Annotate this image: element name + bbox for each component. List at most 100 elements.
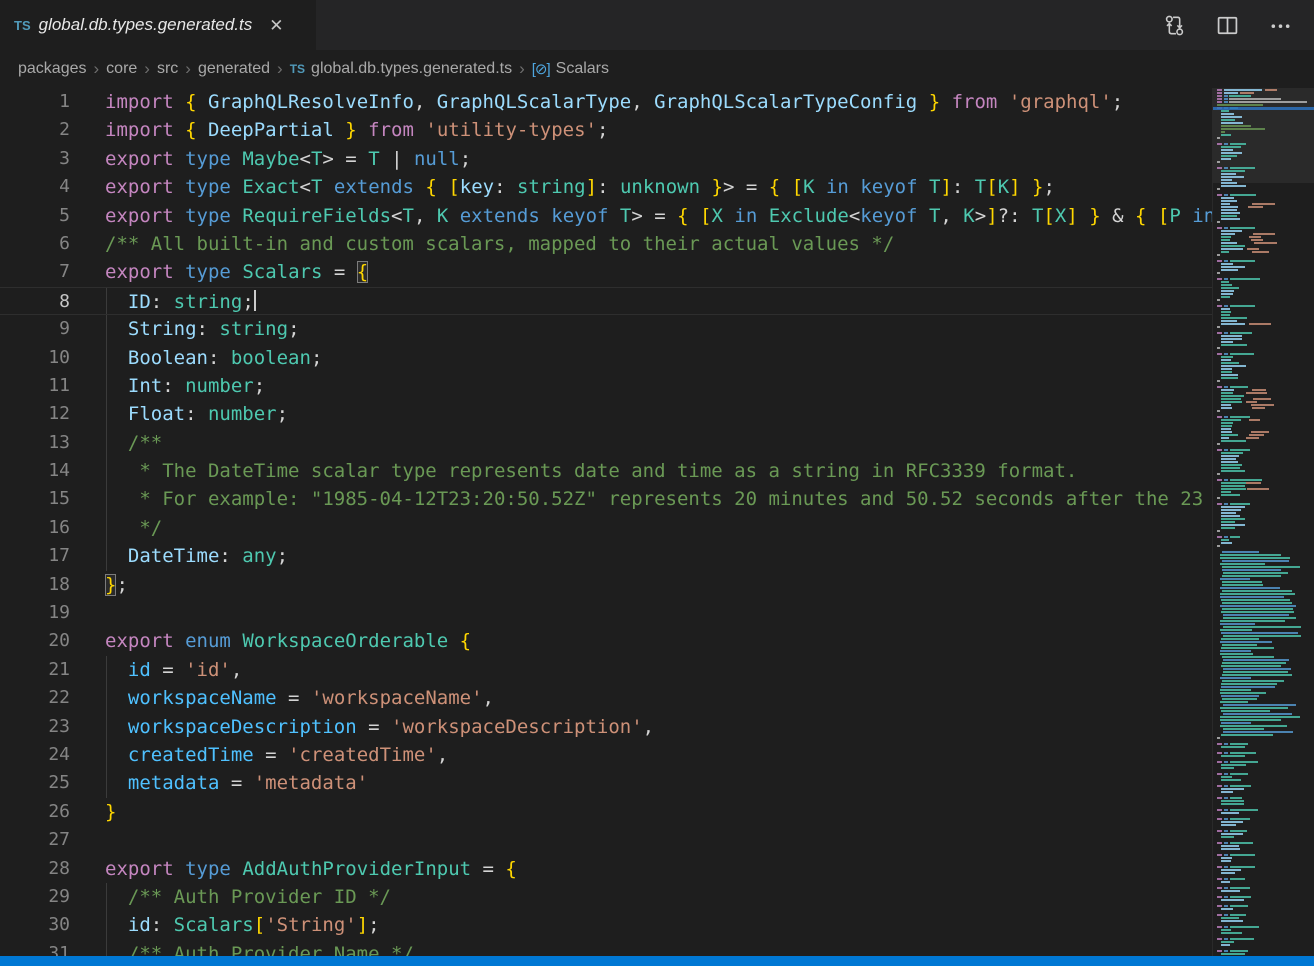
code-token: keyof bbox=[860, 176, 917, 198]
breadcrumb-symbol-scalars[interactable]: Scalars bbox=[556, 60, 609, 78]
minimap-line bbox=[1215, 782, 1314, 784]
code-line[interactable]: 20export enum WorkspaceOrderable { bbox=[0, 627, 1314, 655]
code-token: ; bbox=[368, 914, 379, 936]
minimap-line bbox=[1215, 890, 1314, 892]
minimap-line bbox=[1215, 503, 1314, 505]
code-area[interactable]: 1import { GraphQLResolveInfo, GraphQLSca… bbox=[0, 88, 1314, 966]
minimap-line bbox=[1215, 320, 1314, 322]
code-line[interactable]: 19 bbox=[0, 599, 1314, 627]
code-line[interactable]: 14 * The DateTime scalar type represents… bbox=[0, 457, 1314, 485]
code-line[interactable]: 15 * For example: "1985-04-12T23:20:50.5… bbox=[0, 485, 1314, 513]
code-token: WorkspaceOrderable bbox=[242, 630, 448, 652]
code-line[interactable]: 8 ID: string; bbox=[0, 287, 1314, 315]
minimap-line bbox=[1215, 524, 1314, 526]
indent-guide bbox=[106, 288, 107, 314]
code-line[interactable]: 10 Boolean: boolean; bbox=[0, 344, 1314, 372]
code-token bbox=[231, 176, 242, 198]
minimap-line bbox=[1215, 569, 1314, 571]
tab-bar: TS global.db.types.generated.ts ✕ bbox=[0, 0, 1314, 50]
code-line[interactable]: 1import { GraphQLResolveInfo, GraphQLSca… bbox=[0, 88, 1314, 116]
code-editor[interactable]: 1import { GraphQLResolveInfo, GraphQLSca… bbox=[0, 88, 1314, 966]
open-changes-icon[interactable] bbox=[1163, 14, 1186, 37]
code-line[interactable]: 26} bbox=[0, 798, 1314, 826]
code-token bbox=[231, 205, 242, 227]
minimap-line bbox=[1215, 917, 1314, 919]
breadcrumb-src[interactable]: src bbox=[157, 60, 178, 78]
code-line[interactable]: 13 /** bbox=[0, 429, 1314, 457]
code-line[interactable]: 22 workspaceName = 'workspaceName', bbox=[0, 684, 1314, 712]
code-token: key bbox=[460, 176, 494, 198]
minimap-line bbox=[1215, 773, 1314, 775]
minimap-line bbox=[1215, 263, 1314, 265]
code-line[interactable]: 23 workspaceDescription = 'workspaceDesc… bbox=[0, 713, 1314, 741]
code-token: Scalars bbox=[174, 914, 254, 936]
code-line[interactable]: 11 Int: number; bbox=[0, 372, 1314, 400]
minimap-line bbox=[1215, 644, 1314, 646]
code-line[interactable]: 18}; bbox=[0, 571, 1314, 599]
code-line[interactable]: 3export type Maybe<T> = T | null; bbox=[0, 145, 1314, 173]
minimap[interactable] bbox=[1212, 88, 1314, 966]
code-token bbox=[322, 176, 333, 198]
minimap-line bbox=[1215, 863, 1314, 865]
code-line[interactable]: 29 /** Auth Provider ID */ bbox=[0, 883, 1314, 911]
code-token: , bbox=[231, 659, 242, 681]
code-line[interactable]: 30 id: Scalars['String']; bbox=[0, 911, 1314, 939]
minimap-line bbox=[1215, 176, 1314, 178]
minimap-line bbox=[1215, 278, 1314, 280]
breadcrumb-file[interactable]: global.db.types.generated.ts bbox=[311, 60, 512, 78]
minimap-line bbox=[1215, 266, 1314, 268]
code-line[interactable]: 24 createdTime = 'createdTime', bbox=[0, 741, 1314, 769]
code-token: [ bbox=[792, 176, 803, 198]
code-line[interactable]: 25 metadata = 'metadata' bbox=[0, 769, 1314, 797]
minimap-line bbox=[1215, 734, 1314, 736]
minimap-line bbox=[1215, 143, 1314, 145]
minimap-line bbox=[1215, 374, 1314, 376]
code-line[interactable]: 7export type Scalars = { bbox=[0, 258, 1314, 286]
code-line[interactable]: 16 */ bbox=[0, 514, 1314, 542]
tab-global-db-types[interactable]: TS global.db.types.generated.ts ✕ bbox=[0, 0, 316, 50]
minimap-line bbox=[1215, 560, 1314, 562]
code-line[interactable]: 2import { DeepPartial } from 'utility-ty… bbox=[0, 116, 1314, 144]
code-line[interactable]: 27 bbox=[0, 826, 1314, 854]
line-number: 13 bbox=[0, 429, 70, 457]
code-token: type bbox=[185, 858, 231, 880]
code-token: ] bbox=[357, 914, 368, 936]
code-token: , bbox=[940, 205, 963, 227]
minimap-line bbox=[1215, 512, 1314, 514]
code-token bbox=[105, 744, 128, 766]
minimap-line bbox=[1215, 626, 1314, 628]
code-line[interactable]: 21 id = 'id', bbox=[0, 656, 1314, 684]
minimap-line bbox=[1215, 362, 1314, 364]
minimap-line bbox=[1215, 134, 1314, 136]
minimap-line bbox=[1215, 902, 1314, 904]
minimap-line bbox=[1215, 509, 1314, 511]
minimap-line bbox=[1215, 632, 1314, 634]
breadcrumb-generated[interactable]: generated bbox=[198, 60, 270, 78]
minimap-line bbox=[1215, 152, 1314, 154]
minimap-line bbox=[1215, 881, 1314, 883]
code-line[interactable]: 17 DateTime: any; bbox=[0, 542, 1314, 570]
minimap-line bbox=[1215, 281, 1314, 283]
minimap-line bbox=[1215, 710, 1314, 712]
code-line[interactable]: 9 String: string; bbox=[0, 315, 1314, 343]
split-editor-icon[interactable] bbox=[1216, 14, 1239, 37]
breadcrumb-packages[interactable]: packages bbox=[18, 60, 87, 78]
more-actions-icon[interactable] bbox=[1269, 14, 1292, 37]
line-number: 17 bbox=[0, 542, 70, 570]
minimap-line bbox=[1215, 785, 1314, 787]
code-line[interactable]: 4export type Exact<T extends { [key: str… bbox=[0, 173, 1314, 201]
minimap-line bbox=[1215, 437, 1314, 439]
code-token: export bbox=[105, 858, 174, 880]
code-line[interactable]: 28export type AddAuthProviderInput = { bbox=[0, 855, 1314, 883]
code-line[interactable]: 5export type RequireFields<T, K extends … bbox=[0, 202, 1314, 230]
line-number: 16 bbox=[0, 514, 70, 542]
code-token: K bbox=[437, 205, 448, 227]
code-token: ?: bbox=[998, 205, 1032, 227]
code-line[interactable]: 6/** All built-in and custom scalars, ma… bbox=[0, 230, 1314, 258]
line-number: 11 bbox=[0, 372, 70, 400]
minimap-line bbox=[1215, 683, 1314, 685]
breadcrumb-core[interactable]: core bbox=[106, 60, 137, 78]
close-tab-icon[interactable]: ✕ bbox=[266, 15, 286, 36]
code-token: number bbox=[185, 375, 254, 397]
code-line[interactable]: 12 Float: number; bbox=[0, 400, 1314, 428]
